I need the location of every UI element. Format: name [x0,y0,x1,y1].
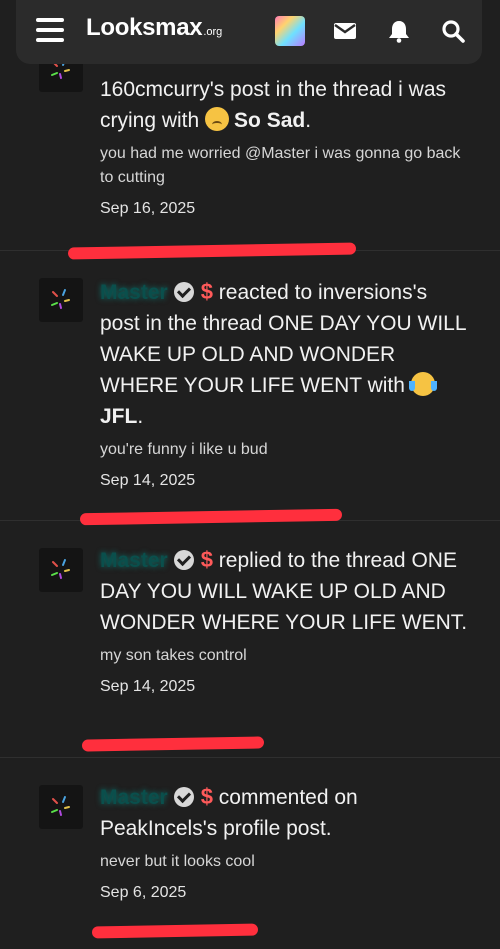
alert-snippet: you're funny i like u bud [100,441,268,458]
verified-badge-icon [173,282,194,302]
alert-item[interactable]: Master $ commented on PeakIncels's profil… [0,757,500,949]
top-navbar: Looksmax .org [16,0,482,64]
redaction-mark [81,736,265,752]
alert-date: Sep 16, 2025 [100,200,196,217]
alert-date: Sep 6, 2025 [100,884,187,901]
bell-icon[interactable] [384,16,414,46]
alert-title[interactable]: Master $ commented on PeakIncels's profil… [100,781,470,844]
verified-badge-icon [173,550,194,570]
account-avatar[interactable] [275,16,305,46]
alert-item[interactable]: Master $ replied to the thread ONE DAY YO… [0,520,500,758]
site-logo[interactable]: Looksmax .org [86,14,222,50]
user-avatar[interactable] [39,785,83,829]
dollar-badge-icon: $ [200,279,213,304]
reaction-label: JFL [100,405,138,428]
username-link[interactable]: Master [100,786,168,809]
search-icon[interactable] [438,16,468,46]
reaction-label: So Sad [234,109,306,132]
menu-icon[interactable] [36,18,64,46]
mail-icon[interactable] [330,16,360,46]
username-link[interactable]: Master [100,281,168,304]
alert-title[interactable]: 160cmcurry's post in the thread i was cr… [100,74,470,136]
alert-item[interactable]: Master $ reacted to inversions's post in … [0,250,500,526]
sad-emoji-icon [205,107,230,131]
redaction-mark [91,923,259,939]
alert-snippet: my son takes control [100,647,247,664]
user-avatar[interactable] [39,278,83,322]
alert-date: Sep 14, 2025 [100,678,196,695]
alert-snippet: never but it looks cool [100,853,255,870]
alert-snippet: you had me worried @Master i was gonna g… [100,145,461,186]
notifications-page: 160cmcurry's post in the thread i was cr… [0,0,500,949]
username-link[interactable]: Master [100,549,168,572]
alert-date: Sep 14, 2025 [100,472,196,489]
verified-badge-icon [173,787,194,807]
user-avatar[interactable] [39,548,83,592]
alert-title[interactable]: Master $ reacted to inversions's post in … [100,276,470,432]
alert-title[interactable]: Master $ replied to the thread ONE DAY YO… [100,544,470,638]
dollar-badge-icon: $ [200,547,213,572]
laughing-emoji-icon [408,372,437,396]
dollar-badge-icon: $ [200,784,213,809]
